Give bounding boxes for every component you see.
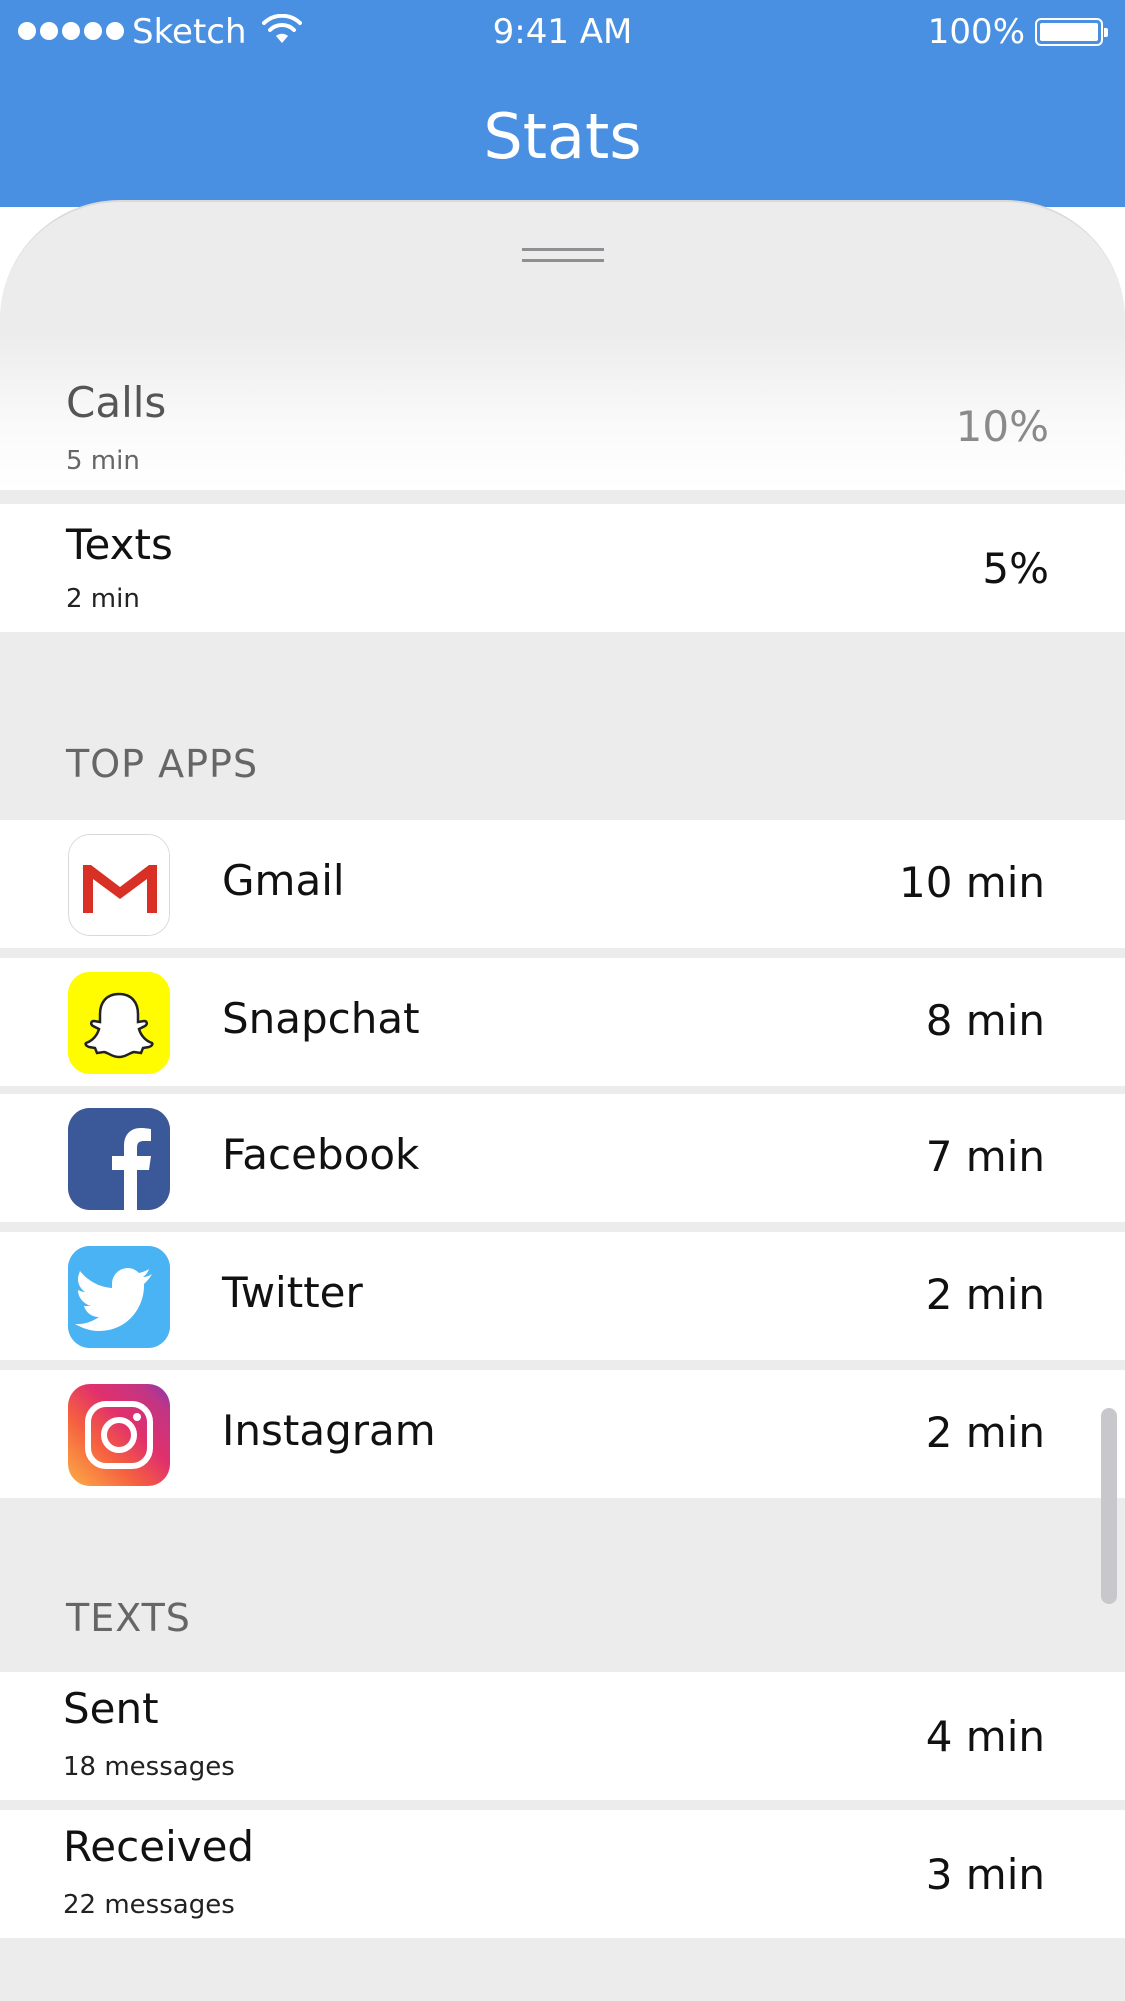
- app-time: 2 min: [925, 1408, 1045, 1457]
- app-name: Gmail: [222, 856, 345, 905]
- section-header-top-apps: TOP APPS: [66, 742, 259, 786]
- usage-detail: 2 min: [66, 584, 140, 614]
- app-time: 10 min: [899, 858, 1045, 907]
- snapchat-icon: [68, 972, 170, 1074]
- twitter-icon: [68, 1246, 170, 1348]
- usage-value: 10%: [955, 402, 1049, 451]
- text-stat-value: 3 min: [925, 1850, 1045, 1899]
- sheet-grabber-handle[interactable]: [522, 248, 604, 262]
- app-row-snapchat[interactable]: Snapchat 8 min: [0, 958, 1125, 1086]
- usage-value: 5%: [982, 544, 1049, 593]
- app-time: 2 min: [925, 1270, 1045, 1319]
- status-bar: Sketch 9:41 AM 100%: [0, 0, 1125, 66]
- app-row-gmail[interactable]: Gmail 10 min: [0, 820, 1125, 948]
- app-header: Sketch 9:41 AM 100% Stats: [0, 0, 1125, 207]
- app-row-instagram[interactable]: Instagram 2 min: [0, 1370, 1125, 1498]
- app-time: 8 min: [925, 996, 1045, 1045]
- battery-percentage: 100%: [927, 12, 1025, 52]
- app-name: Twitter: [222, 1268, 363, 1317]
- text-row-received[interactable]: Received 22 messages 3 min: [0, 1810, 1125, 1938]
- section-header-texts: TEXTS: [66, 1596, 191, 1640]
- scroll-indicator[interactable]: [1101, 1408, 1117, 1604]
- text-stat-detail: 22 messages: [63, 1890, 235, 1920]
- usage-row-calls[interactable]: Calls 5 min 10%: [0, 332, 1125, 490]
- app-time: 7 min: [925, 1132, 1045, 1181]
- text-stat-label: Sent: [63, 1684, 159, 1733]
- text-stat-value: 4 min: [925, 1712, 1045, 1761]
- usage-detail: 5 min: [66, 446, 140, 476]
- text-stat-label: Received: [63, 1822, 255, 1871]
- stats-sheet[interactable]: Calls 5 min 10% Texts 2 min 5% TOP APPS …: [0, 200, 1125, 2001]
- text-row-sent[interactable]: Sent 18 messages 4 min: [0, 1672, 1125, 1800]
- page-title: Stats: [483, 100, 642, 173]
- gmail-icon: [68, 834, 170, 936]
- battery-icon: [1035, 18, 1108, 46]
- app-name: Instagram: [222, 1406, 436, 1455]
- app-row-facebook[interactable]: Facebook 7 min: [0, 1094, 1125, 1222]
- app-row-twitter[interactable]: Twitter 2 min: [0, 1232, 1125, 1360]
- facebook-icon: [68, 1108, 170, 1210]
- instagram-icon: [68, 1384, 170, 1486]
- text-stat-detail: 18 messages: [63, 1752, 235, 1782]
- app-name: Snapchat: [222, 994, 420, 1043]
- usage-row-texts[interactable]: Texts 2 min 5%: [0, 504, 1125, 632]
- app-name: Facebook: [222, 1130, 420, 1179]
- usage-label: Texts: [66, 520, 173, 569]
- usage-label: Calls: [66, 378, 167, 427]
